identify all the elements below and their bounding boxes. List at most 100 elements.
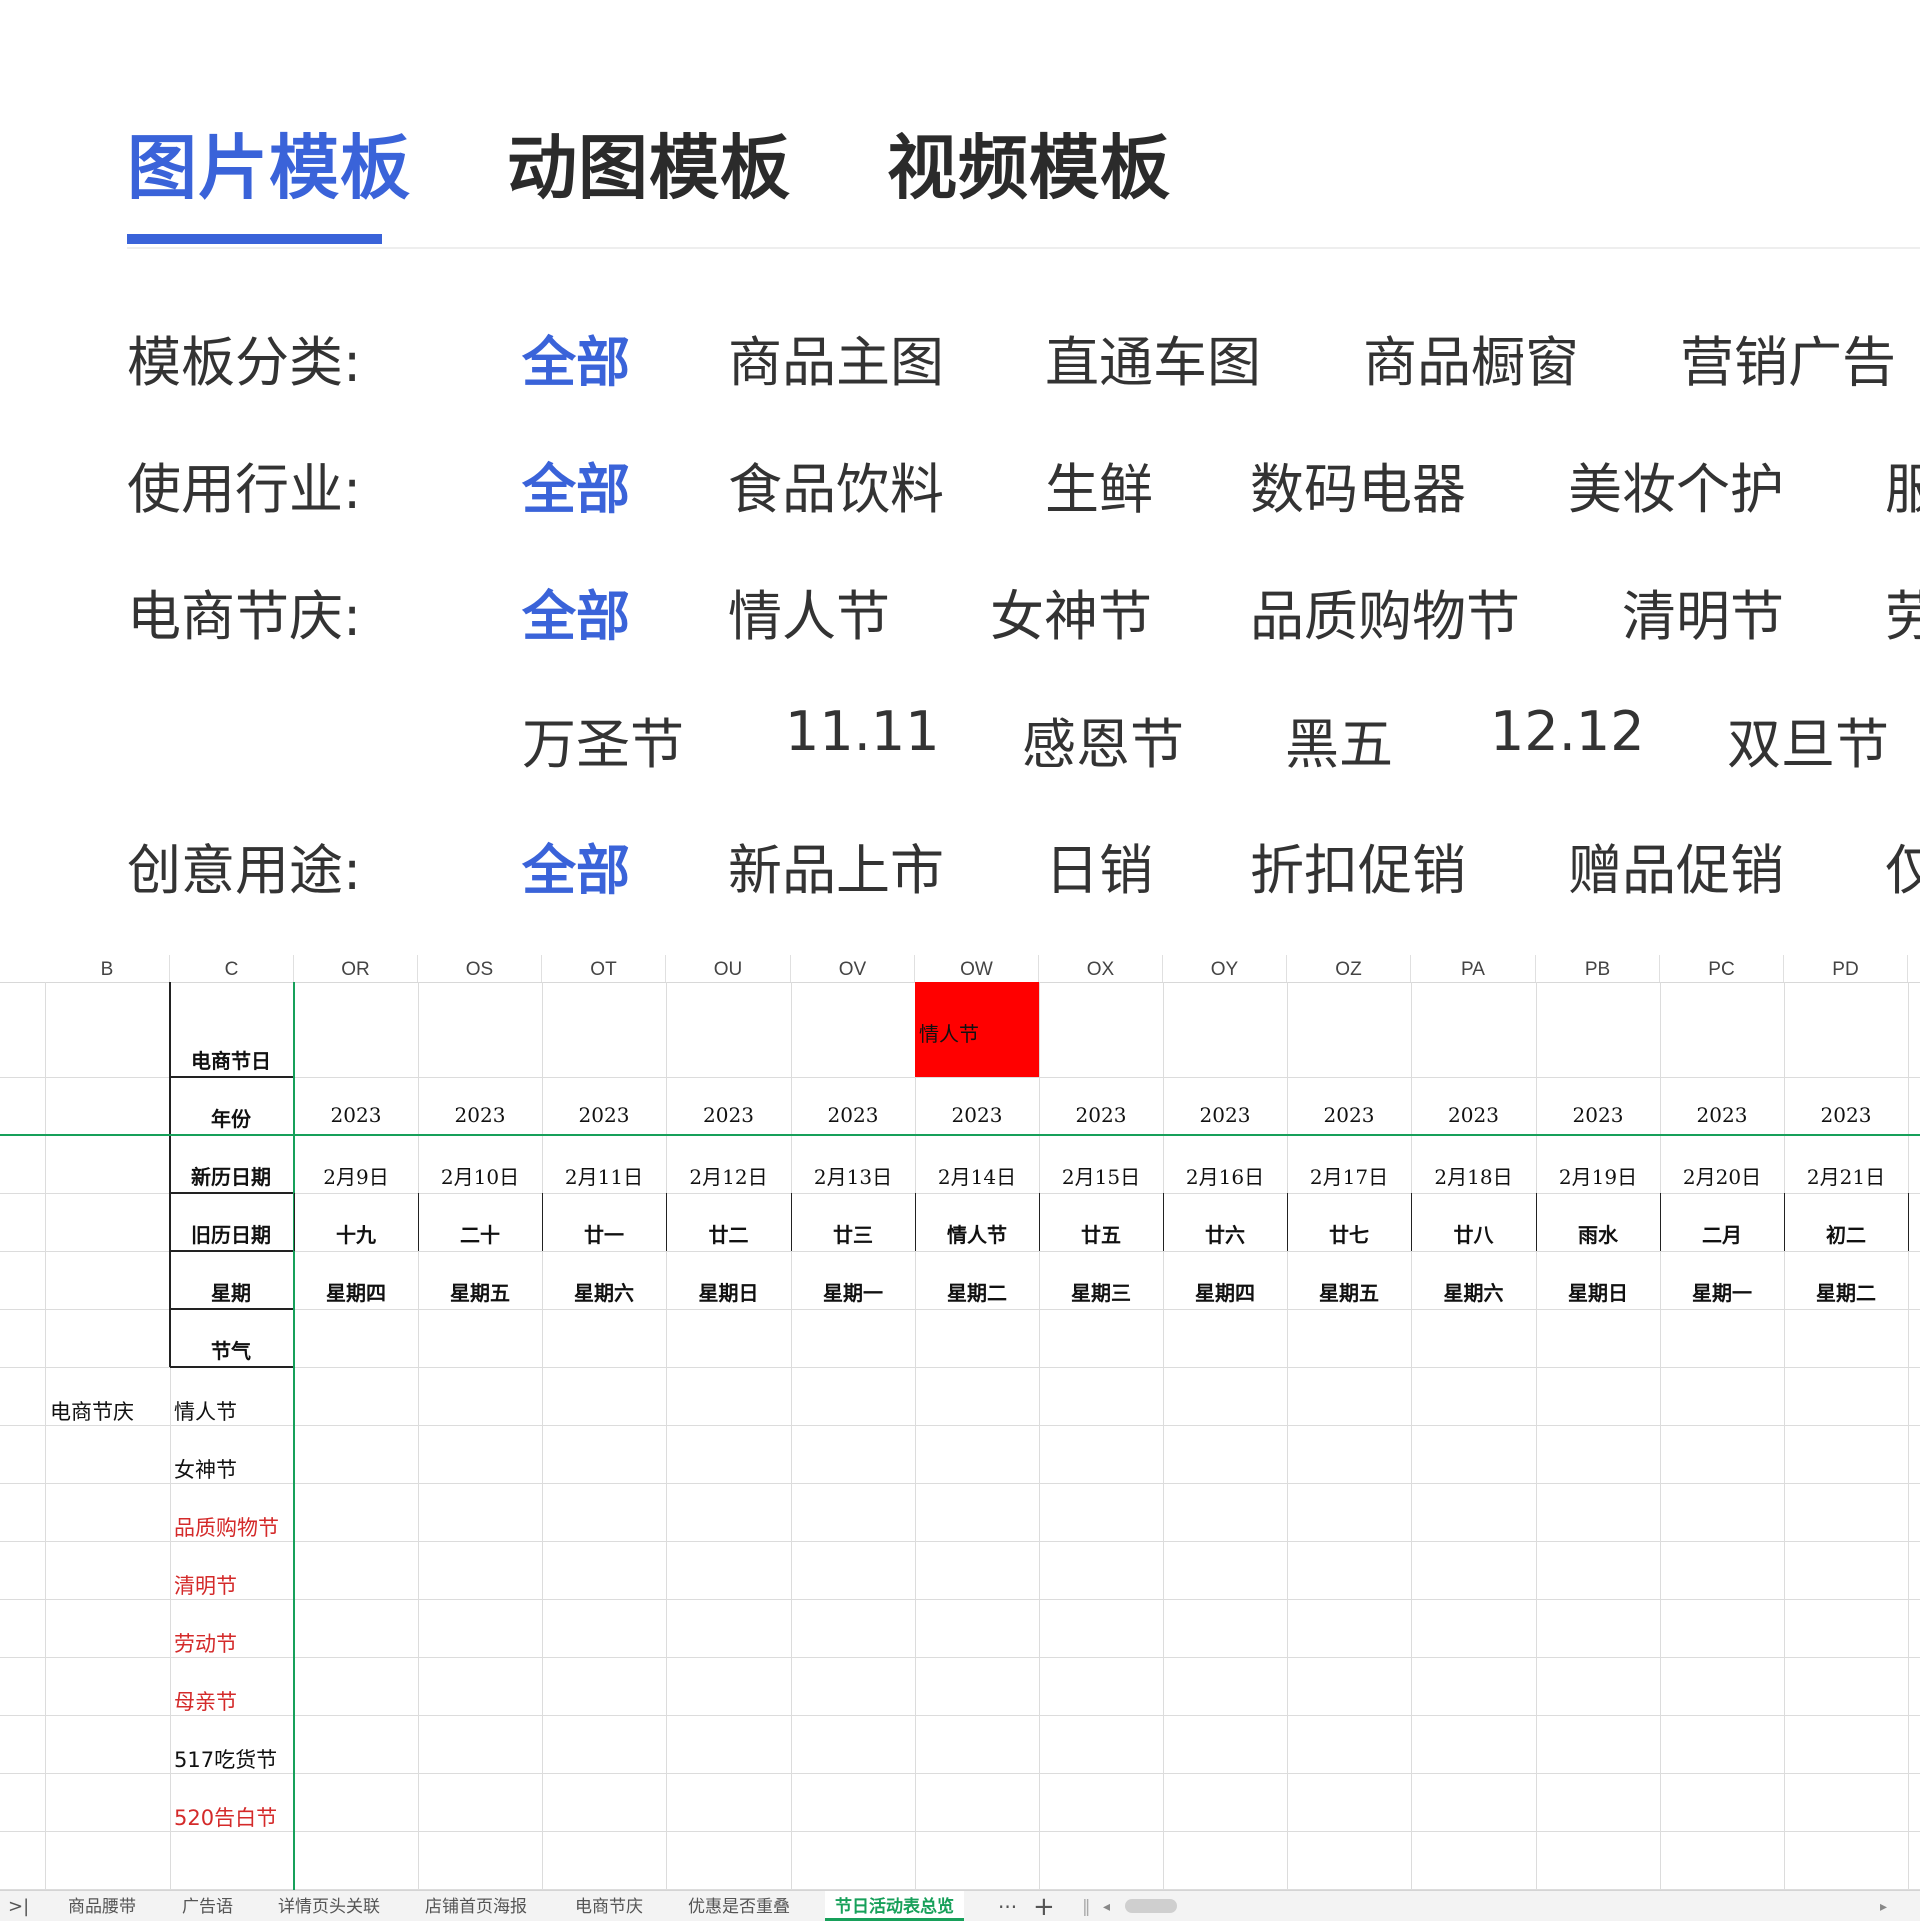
new-date-cell[interactable]: 2月18日: [1411, 1161, 1536, 1190]
filter-option[interactable]: 感恩节: [1022, 700, 1184, 779]
filter-option[interactable]: 美妆个护: [1568, 445, 1784, 524]
year-cell[interactable]: 2023: [418, 1103, 542, 1127]
filter-option[interactable]: 服: [1885, 445, 1920, 524]
column-header[interactable]: PA: [1411, 955, 1536, 982]
old-date-cell[interactable]: 十九: [294, 1219, 418, 1248]
filter-option-all[interactable]: 全部: [522, 318, 630, 397]
old-date-cell[interactable]: 初二: [1784, 1219, 1908, 1248]
sheet-tab[interactable]: 详情页头关联: [278, 1891, 380, 1921]
old-date-cell[interactable]: 廿一: [542, 1219, 666, 1248]
festival-list-item[interactable]: 女神节: [174, 1454, 237, 1484]
filter-option[interactable]: 生鲜: [1045, 445, 1153, 524]
freeze-pane-horizontal[interactable]: [0, 1134, 1920, 1136]
filter-option[interactable]: 仅: [1885, 826, 1920, 905]
year-cell[interactable]: 2023: [542, 1103, 666, 1127]
new-date-cell[interactable]: 2月11日: [542, 1161, 666, 1190]
filter-option[interactable]: 女神节: [990, 572, 1152, 651]
column-header[interactable]: B: [45, 955, 170, 982]
column-header[interactable]: PD: [1784, 955, 1908, 982]
filter-option[interactable]: 直通车图: [1045, 318, 1261, 397]
new-date-cell[interactable]: 2月21日: [1784, 1161, 1908, 1190]
sheet-tab[interactable]: 店铺首页海报: [425, 1891, 527, 1921]
filter-option[interactable]: 情人节: [728, 572, 890, 651]
column-header[interactable]: OV: [791, 955, 915, 982]
new-date-cell[interactable]: 2月14日: [915, 1161, 1039, 1190]
filter-option[interactable]: 劳: [1885, 572, 1920, 651]
old-date-cell[interactable]: 廿五: [1039, 1219, 1163, 1248]
filter-option[interactable]: 12.12: [1490, 700, 1645, 763]
new-date-cell[interactable]: 2月13日: [791, 1161, 915, 1190]
sheet-tab[interactable]: 优惠是否重叠: [688, 1891, 790, 1921]
weekday-cell[interactable]: 星期二: [915, 1277, 1039, 1306]
old-date-cell[interactable]: 二月: [1660, 1219, 1784, 1248]
filter-option[interactable]: 11.11: [785, 700, 940, 763]
sheet-tab[interactable]: 商品腰带: [68, 1891, 136, 1921]
sheet-tab-active[interactable]: 节日活动表总览: [825, 1891, 964, 1921]
add-sheet-icon[interactable]: +: [1033, 1891, 1055, 1922]
filter-option[interactable]: 清明节: [1622, 572, 1784, 651]
weekday-cell[interactable]: 星期一: [1660, 1277, 1784, 1306]
more-sheets-icon[interactable]: ···: [998, 1891, 1017, 1921]
year-cell[interactable]: 2023: [1287, 1103, 1411, 1127]
old-date-cell[interactable]: 廿六: [1163, 1219, 1287, 1248]
festival-list-item[interactable]: 母亲节: [174, 1686, 237, 1716]
horizontal-scrollbar-thumb[interactable]: [1125, 1899, 1177, 1913]
column-header[interactable]: OX: [1039, 955, 1163, 982]
column-header[interactable]: PC: [1660, 955, 1784, 982]
new-date-cell[interactable]: 2月10日: [418, 1161, 542, 1190]
year-cell[interactable]: 2023: [294, 1103, 418, 1127]
column-header[interactable]: C: [170, 955, 294, 982]
weekday-cell[interactable]: 星期日: [666, 1277, 791, 1306]
new-date-cell[interactable]: 2月20日: [1660, 1161, 1784, 1190]
new-date-cell[interactable]: 2月17日: [1287, 1161, 1411, 1190]
tab-animated-template[interactable]: 动图模板: [507, 112, 791, 213]
column-header[interactable]: PB: [1536, 955, 1660, 982]
scroll-right-icon[interactable]: ▸: [1880, 1891, 1887, 1921]
old-date-cell[interactable]: 情人节: [915, 1219, 1039, 1248]
tab-splitter-icon[interactable]: ‖: [1082, 1891, 1091, 1921]
filter-option[interactable]: 双旦节: [1727, 700, 1889, 779]
old-date-cell[interactable]: 廿八: [1411, 1219, 1536, 1248]
year-cell[interactable]: 2023: [666, 1103, 791, 1127]
weekday-cell[interactable]: 星期一: [791, 1277, 915, 1306]
old-date-cell[interactable]: 廿七: [1287, 1219, 1411, 1248]
weekday-cell[interactable]: 星期四: [1163, 1277, 1287, 1306]
year-cell[interactable]: 2023: [915, 1103, 1039, 1127]
filter-option[interactable]: 商品主图: [728, 318, 944, 397]
highlight-cell[interactable]: 情人节: [915, 982, 1039, 1077]
filter-option[interactable]: 商品橱窗: [1363, 318, 1579, 397]
filter-option-all[interactable]: 全部: [522, 445, 630, 524]
filter-option-all[interactable]: 全部: [522, 826, 630, 905]
filter-option[interactable]: 数码电器: [1250, 445, 1466, 524]
old-date-cell[interactable]: 二十: [418, 1219, 542, 1248]
filter-option[interactable]: 食品饮料: [728, 445, 944, 524]
weekday-cell[interactable]: 星期六: [1411, 1277, 1536, 1306]
column-header[interactable]: OZ: [1287, 955, 1411, 982]
filter-option[interactable]: 赠品促销: [1568, 826, 1784, 905]
old-date-cell[interactable]: 雨水: [1536, 1219, 1660, 1248]
year-cell[interactable]: 2023: [791, 1103, 915, 1127]
column-header[interactable]: OS: [418, 955, 542, 982]
year-cell[interactable]: 2023: [1660, 1103, 1784, 1127]
column-header[interactable]: OT: [542, 955, 666, 982]
sheet-tab[interactable]: 电商节庆: [575, 1891, 643, 1921]
filter-option[interactable]: 折扣促销: [1250, 826, 1466, 905]
column-header[interactable]: OW: [915, 955, 1039, 982]
column-header[interactable]: OY: [1163, 955, 1287, 982]
old-date-cell[interactable]: 廿三: [791, 1219, 915, 1248]
filter-option-all[interactable]: 全部: [522, 572, 630, 651]
scroll-left-icon[interactable]: ◂: [1103, 1891, 1110, 1921]
filter-option[interactable]: 万圣节: [522, 700, 684, 779]
festival-list-item[interactable]: 清明节: [174, 1570, 237, 1600]
new-date-cell[interactable]: 2月9日: [294, 1161, 418, 1190]
year-cell[interactable]: 2023: [1411, 1103, 1536, 1127]
sheet-tab[interactable]: 广告语: [182, 1891, 233, 1921]
year-cell[interactable]: 2023: [1784, 1103, 1908, 1127]
weekday-cell[interactable]: 星期二: [1784, 1277, 1908, 1306]
weekday-cell[interactable]: 星期五: [1287, 1277, 1411, 1306]
weekday-cell[interactable]: 星期三: [1039, 1277, 1163, 1306]
new-date-cell[interactable]: 2月15日: [1039, 1161, 1163, 1190]
festival-list-item[interactable]: 情人节: [174, 1396, 237, 1426]
weekday-cell[interactable]: 星期日: [1536, 1277, 1660, 1306]
weekday-cell[interactable]: 星期六: [542, 1277, 666, 1306]
